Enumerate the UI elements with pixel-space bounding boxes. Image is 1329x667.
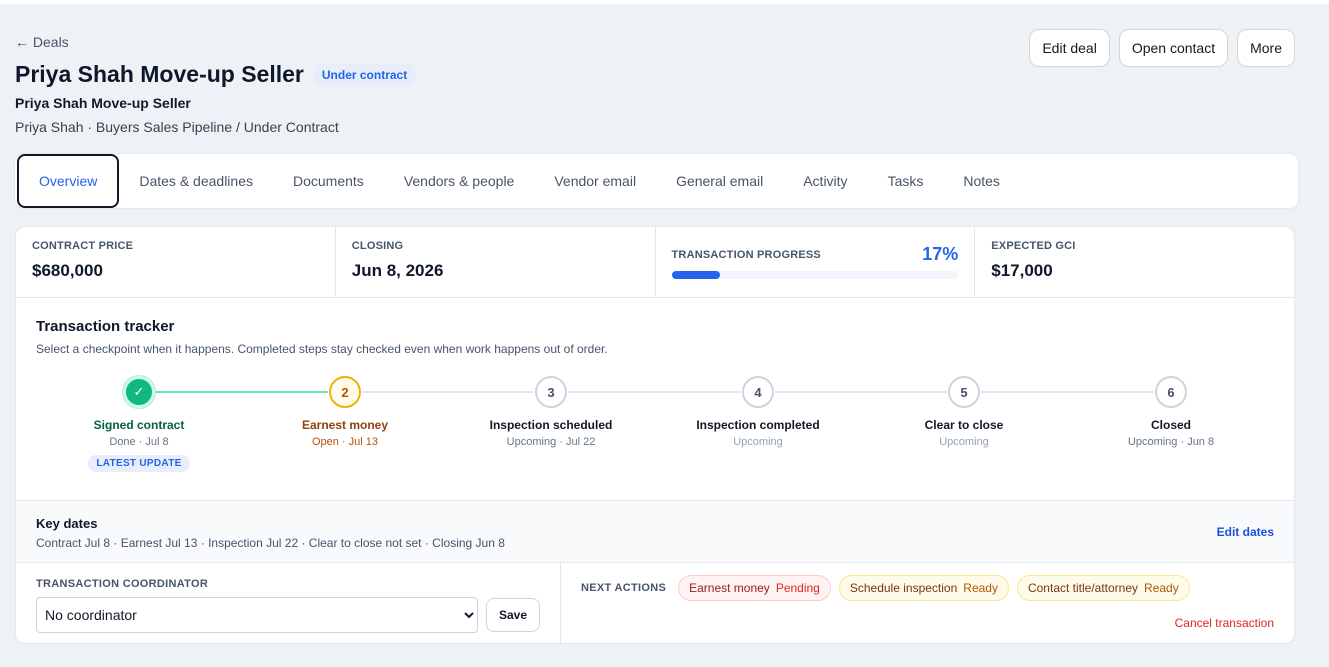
action-status: Ready bbox=[963, 581, 998, 595]
stat-expected-gci: EXPECTED GCI $17,000 bbox=[975, 227, 1294, 297]
progress-head: TRANSACTION PROGRESS 17% bbox=[672, 244, 959, 265]
page-title: Priya Shah Move-up Seller bbox=[15, 61, 304, 87]
step-name: Inspection completed bbox=[696, 418, 820, 432]
stat-contract-price: CONTRACT PRICE $680,000 bbox=[16, 227, 336, 297]
status-badge: Under contract bbox=[313, 63, 416, 86]
header-actions: Edit deal Open contact More bbox=[1029, 29, 1295, 67]
tracker-step[interactable]: 6 Closed Upcoming · Jun 8 bbox=[1071, 376, 1271, 448]
step-name: Closed bbox=[1150, 418, 1191, 432]
step-number[interactable]: 2 bbox=[329, 376, 361, 408]
deal-subtitle: Priya Shah Move-up Seller bbox=[15, 95, 191, 111]
coordinator-label: TRANSACTION COORDINATOR bbox=[36, 578, 209, 590]
key-dates-title: Key dates bbox=[36, 516, 98, 531]
step-status: Upcoming bbox=[733, 436, 783, 448]
step-status: Done · Jul 8 bbox=[109, 436, 169, 448]
tab-vendor-email[interactable]: Vendor email bbox=[534, 154, 656, 208]
tab-tasks[interactable]: Tasks bbox=[868, 154, 944, 208]
tracker-step[interactable]: 2 Earnest money Open · Jul 13 bbox=[245, 376, 445, 448]
deal-meta: Priya Shah · Buyers Sales Pipeline / Und… bbox=[15, 119, 339, 135]
step-number[interactable]: 6 bbox=[1155, 376, 1187, 408]
action-name: Earnest money bbox=[689, 581, 770, 595]
stat-value: $17,000 bbox=[991, 261, 1053, 280]
title-row: Priya Shah Move-up Seller Under contract bbox=[15, 61, 416, 88]
step-number[interactable]: 4 bbox=[742, 376, 774, 408]
coordinator-row: No coordinator Save bbox=[36, 597, 540, 633]
tab-bar: Overview Dates & deadlines Documents Ven… bbox=[14, 153, 1299, 209]
back-to-deals-link[interactable]: ← Deals bbox=[15, 34, 69, 50]
step-name: Earnest money bbox=[301, 418, 389, 432]
bottom-row: TRANSACTION COORDINATOR No coordinator S… bbox=[16, 563, 1294, 643]
stats-row: CONTRACT PRICE $680,000 CLOSING Jun 8, 2… bbox=[16, 227, 1294, 298]
step-name: Signed contract bbox=[93, 418, 185, 432]
tracker-step[interactable]: 3 Inspection scheduled Upcoming · Jul 22 bbox=[451, 376, 651, 448]
top-edge bbox=[0, 0, 1329, 4]
step-status: Upcoming bbox=[939, 436, 989, 448]
edit-deal-button[interactable]: Edit deal bbox=[1029, 29, 1110, 67]
progress-fill bbox=[671, 271, 721, 279]
check-icon[interactable]: ✓ bbox=[123, 376, 155, 408]
action-name: Contact title/attorney bbox=[1027, 581, 1139, 595]
step-number[interactable]: 5 bbox=[948, 376, 980, 408]
key-dates-text: Contract Jul 8 · Earnest Jul 13 · Inspec… bbox=[36, 536, 505, 550]
stat-transaction-progress: TRANSACTION PROGRESS 17% bbox=[656, 227, 976, 297]
progress-track bbox=[671, 271, 958, 279]
tracker-step[interactable]: ✓ Signed contract Done · Jul 8 LATEST UPDAT… bbox=[39, 376, 239, 472]
action-schedule-inspection[interactable]: Schedule inspection Ready bbox=[838, 575, 1009, 601]
stat-closing: CLOSING Jun 8, 2026 bbox=[336, 227, 656, 297]
stat-label: CLOSING bbox=[351, 240, 404, 252]
tracker-step[interactable]: 5 Clear to close Upcoming bbox=[864, 376, 1064, 448]
action-contact-title-attorney[interactable]: Contact title/attorney Ready bbox=[1016, 575, 1190, 601]
coordinator-select[interactable]: No coordinator bbox=[36, 597, 478, 633]
tab-documents[interactable]: Documents bbox=[273, 154, 384, 208]
action-earnest-money[interactable]: Earnest money Pending bbox=[678, 575, 831, 601]
coordinator-section: TRANSACTION COORDINATOR No coordinator S… bbox=[16, 563, 561, 643]
latest-update-badge: LATEST UPDATE bbox=[88, 455, 190, 472]
open-contact-button[interactable]: Open contact bbox=[1118, 29, 1229, 67]
stat-label: TRANSACTION PROGRESS bbox=[671, 248, 821, 261]
save-coordinator-button[interactable]: Save bbox=[485, 598, 540, 632]
stat-label: EXPECTED GCI bbox=[991, 240, 1076, 252]
next-actions-row: NEXT ACTIONS Earnest money Pending Sched… bbox=[581, 575, 1274, 601]
tracker-title: Transaction tracker bbox=[36, 318, 175, 335]
step-status: Open · Jul 13 bbox=[311, 436, 379, 448]
edit-dates-link[interactable]: Edit dates bbox=[1217, 525, 1274, 539]
step-status: Upcoming · Jun 8 bbox=[1127, 436, 1215, 448]
cancel-transaction-link[interactable]: Cancel transaction bbox=[1175, 616, 1274, 630]
stat-value: Jun 8, 2026 bbox=[351, 261, 444, 280]
action-name: Schedule inspection bbox=[849, 581, 958, 595]
tab-vendors-people[interactable]: Vendors & people bbox=[384, 154, 535, 208]
key-dates: Key dates Contract Jul 8 · Earnest Jul 1… bbox=[16, 501, 1294, 563]
tab-notes[interactable]: Notes bbox=[943, 154, 1020, 208]
tracker-description: Select a checkpoint when it happens. Com… bbox=[36, 342, 608, 356]
next-actions-label: NEXT ACTIONS bbox=[581, 582, 667, 594]
step-name: Inspection scheduled bbox=[489, 418, 613, 432]
tab-overview[interactable]: Overview bbox=[17, 154, 120, 208]
action-status: Ready bbox=[1144, 581, 1179, 595]
stat-value: $680,000 bbox=[32, 261, 103, 280]
tab-dates-deadlines[interactable]: Dates & deadlines bbox=[119, 154, 273, 208]
step-status: Upcoming · Jul 22 bbox=[506, 436, 596, 448]
step-number[interactable]: 3 bbox=[535, 376, 567, 408]
tab-general-email[interactable]: General email bbox=[656, 154, 783, 208]
next-actions-section: NEXT ACTIONS Earnest money Pending Sched… bbox=[561, 563, 1294, 643]
more-button[interactable]: More bbox=[1237, 29, 1295, 67]
tab-activity[interactable]: Activity bbox=[783, 154, 867, 208]
action-status: Pending bbox=[775, 581, 820, 595]
progress-percent: 17% bbox=[922, 244, 959, 264]
stat-label: CONTRACT PRICE bbox=[32, 240, 134, 252]
step-name: Clear to close bbox=[924, 418, 1004, 432]
tracker-step[interactable]: 4 Inspection completed Upcoming bbox=[658, 376, 858, 448]
